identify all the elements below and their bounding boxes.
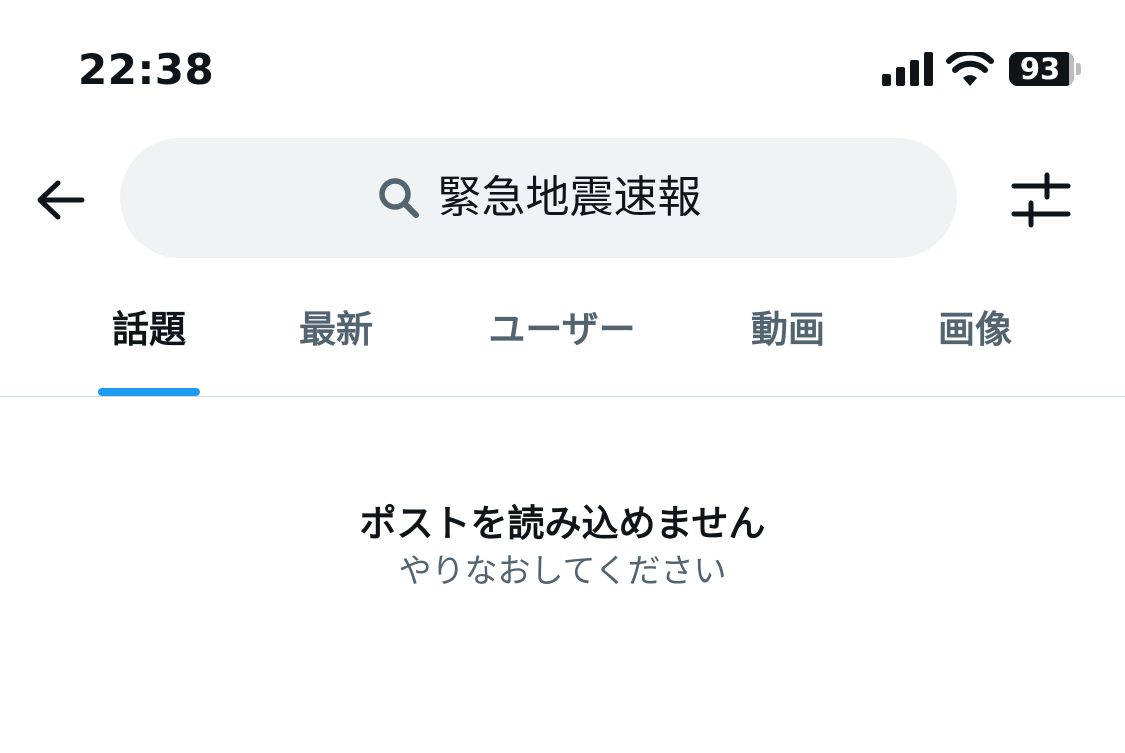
search-tabs: 話題 最新 ユーザー 動画 画像 — [0, 292, 1125, 396]
search-query-text: 緊急地震速報 — [437, 172, 702, 223]
search-results-screen: 22:38 93 緊急地震速報 話題 最新 ユーザー 動画 画像 ポストを読み込… — [0, 0, 1125, 753]
battery-percent: 93 — [1019, 52, 1061, 86]
active-tab-indicator — [98, 388, 200, 396]
error-subtitle: やりなおしてください — [398, 551, 727, 590]
sliders-icon — [1011, 172, 1071, 228]
back-button[interactable] — [30, 172, 90, 228]
wifi-icon — [946, 52, 994, 86]
cellular-signal-icon — [882, 52, 933, 86]
tab-label: 動画 — [751, 308, 825, 351]
tab-videos[interactable]: 動画 — [737, 292, 839, 396]
tab-users[interactable]: ユーザー — [472, 292, 652, 396]
search-filter-button[interactable] — [1010, 170, 1072, 230]
tab-images[interactable]: 画像 — [924, 292, 1026, 396]
tab-label: 最新 — [299, 308, 373, 351]
arrow-left-icon — [37, 180, 85, 220]
battery-body: 93 — [1009, 52, 1074, 86]
battery-cap — [1076, 63, 1081, 75]
tab-top[interactable]: 話題 — [98, 292, 200, 396]
search-icon — [376, 175, 422, 221]
tabs-divider — [0, 396, 1125, 397]
search-input[interactable]: 緊急地震速報 — [120, 138, 957, 258]
tab-latest[interactable]: 最新 — [285, 292, 387, 396]
tab-label: ユーザー — [488, 308, 636, 351]
battery-indicator: 93 — [1009, 52, 1081, 86]
tab-label: 画像 — [938, 308, 1012, 351]
tab-label: 話題 — [112, 308, 186, 351]
error-title: ポストを読み込めません — [359, 502, 766, 545]
status-time: 22:38 — [78, 45, 215, 94]
